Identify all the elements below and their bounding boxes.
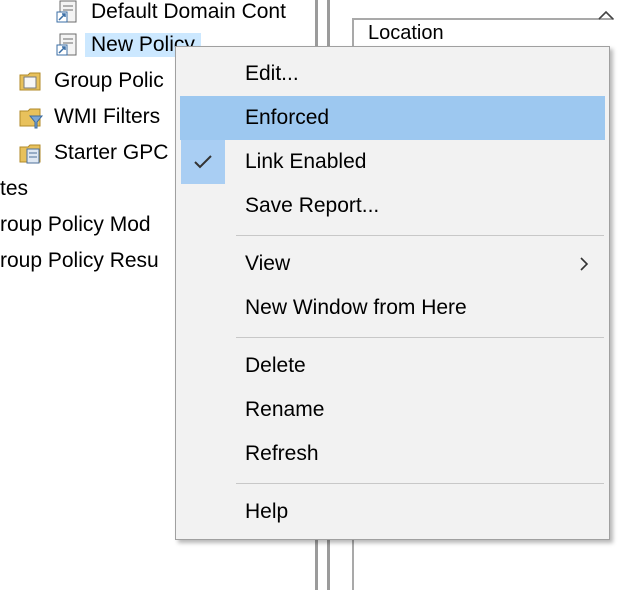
tree-item-default-domain-policy[interactable]: Default Domain Cont	[55, 0, 286, 30]
starter-gpo-folder-icon	[19, 144, 41, 164]
details-pane-border	[352, 18, 614, 20]
menu-item-label: Save Report...	[245, 194, 380, 217]
tree-item-starter-gpos[interactable]: Starter GPC	[18, 135, 168, 171]
menu-item-view[interactable]: View	[180, 242, 605, 286]
folder-icon	[19, 72, 41, 91]
menu-item-enforced[interactable]: Enforced	[180, 96, 605, 140]
tree-item-label: tes	[0, 177, 29, 200]
menu-item-label: New Window from Here	[245, 296, 467, 319]
menu-item-label: Rename	[245, 398, 325, 421]
menu-item-label: Delete	[245, 354, 306, 377]
chevron-right-icon	[580, 257, 589, 271]
tree-item-label: Group Polic	[54, 69, 164, 92]
wmi-filter-folder-icon	[19, 108, 44, 129]
gpo-link-icon	[56, 33, 77, 56]
menu-separator	[236, 337, 604, 338]
tree-item-label: roup Policy Mod	[0, 213, 151, 236]
menu-item-help[interactable]: Help	[180, 490, 605, 534]
menu-separator	[236, 235, 604, 236]
menu-item-label: Enforced	[245, 106, 330, 129]
location-column-header[interactable]: Location	[368, 22, 444, 45]
tree-item-label: Starter GPC	[54, 141, 169, 164]
menu-separator	[236, 483, 604, 484]
tree-item-wmi-filters[interactable]: WMI Filters	[18, 99, 160, 135]
menu-item-label: View	[245, 252, 291, 275]
chevron-up-icon	[598, 10, 614, 20]
checkmark-box	[181, 140, 225, 184]
tree-item-group-policy-modeling[interactable]: roup Policy Mod	[0, 207, 151, 243]
menu-item-label: Help	[245, 500, 289, 523]
menu-item-label: Edit...	[245, 62, 299, 85]
tree-item-label: Default Domain Cont	[91, 0, 286, 23]
menu-item-rename[interactable]: Rename	[180, 388, 605, 432]
tree-item-label: roup Policy Resu	[0, 249, 159, 272]
tree-item-group-policy-results[interactable]: roup Policy Resu	[0, 243, 159, 279]
tree-item-sites[interactable]: tes	[0, 171, 28, 207]
menu-item-label: Refresh	[245, 442, 319, 465]
menu-item-edit[interactable]: Edit...	[180, 52, 605, 96]
checkmark-icon	[194, 155, 212, 169]
tree-item-group-policy-objects[interactable]: Group Polic	[18, 63, 164, 99]
menu-item-new-window-from-here[interactable]: New Window from Here	[180, 286, 605, 330]
menu-item-link-enabled[interactable]: Link Enabled	[180, 140, 605, 184]
menu-item-save-report[interactable]: Save Report...	[180, 184, 605, 228]
menu-item-label: Link Enabled	[245, 150, 367, 173]
tree-item-label: WMI Filters	[54, 105, 161, 128]
menu-item-refresh[interactable]: Refresh	[180, 432, 605, 476]
menu-item-delete[interactable]: Delete	[180, 344, 605, 388]
context-menu: Edit... Enforced Link Enabled Save Repor…	[175, 46, 610, 540]
gpo-link-icon	[56, 0, 77, 23]
